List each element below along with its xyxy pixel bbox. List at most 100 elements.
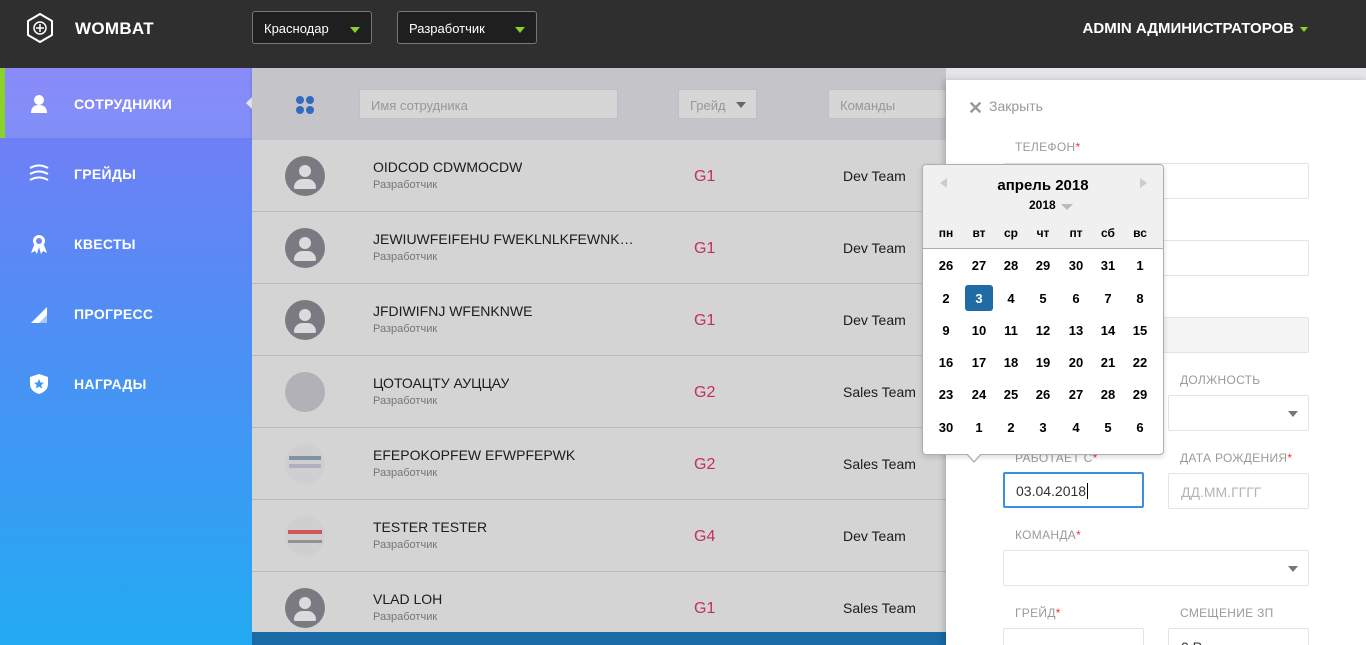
sidebar-item-quests[interactable]: КВЕСТЫ	[0, 208, 252, 278]
chevron-down-icon	[1288, 566, 1298, 572]
calendar-day[interactable]: 7	[1094, 285, 1122, 311]
birth-date-field[interactable]: ДД.ММ.ГГГГ	[1168, 473, 1309, 509]
calendar-day[interactable]: 6	[1126, 414, 1154, 440]
employee-team: Dev Team	[843, 168, 906, 184]
calendar-day[interactable]: 29	[1126, 381, 1154, 407]
sidebar-item-grades[interactable]: ГРЕЙДЫ	[0, 138, 252, 208]
table-row[interactable]: JFDIWIFNJ WFENKNWE Разработчик G1 Dev Te…	[252, 284, 946, 356]
employee-role: Разработчик	[373, 467, 438, 479]
team-filter-select[interactable]: Команды	[828, 89, 946, 119]
calendar-day[interactable]: 30	[932, 414, 960, 440]
calendar-day[interactable]: 15	[1126, 317, 1154, 343]
employee-name: EFEPOKOPFEW EFWPFEPWK	[373, 447, 576, 463]
employee-name-search-input[interactable]: Имя сотрудника	[359, 89, 618, 119]
sidebar-item-employees[interactable]: СОТРУДНИКИ	[0, 68, 252, 138]
user-menu[interactable]: ADMIN АДМИНИСТРАТОРОВ	[1083, 20, 1294, 37]
next-month-icon[interactable]	[1140, 178, 1147, 188]
team-label-text: КОМАНДА	[1015, 528, 1077, 542]
calendar-day[interactable]: 31	[1094, 252, 1122, 278]
calendar-day[interactable]: 5	[1094, 414, 1122, 440]
calendar-day[interactable]: 23	[932, 381, 960, 407]
calendar-day[interactable]: 28	[1094, 381, 1122, 407]
grade-label-text: ГРЕЙД	[1015, 606, 1056, 620]
phone-label: ТЕЛЕФОН*	[1015, 140, 1080, 154]
grade-filter-select[interactable]: Грейд	[678, 89, 757, 119]
birth-date-label-text: ДАТА РОЖДЕНИЯ	[1180, 451, 1288, 465]
avatar	[285, 300, 325, 340]
weekday-label: пт	[1069, 226, 1083, 240]
calendar-day[interactable]: 20	[1062, 349, 1090, 375]
weekday-label: вс	[1133, 226, 1147, 240]
calendar-day[interactable]: 27	[1062, 381, 1090, 407]
close-button[interactable]: Закрыть	[989, 98, 1043, 114]
position-select[interactable]	[1168, 395, 1309, 431]
calendar-day[interactable]: 13	[1062, 317, 1090, 343]
calendar-day[interactable]: 2	[997, 414, 1025, 440]
progress-icon	[31, 307, 47, 323]
calendar-day[interactable]: 10	[965, 317, 993, 343]
calendar-day[interactable]: 12	[1029, 317, 1057, 343]
table-row[interactable]: ЦОТОАЦТУ АУЦЦАУ Разработчик G2 Sales Tea…	[252, 356, 946, 428]
employee-team: Dev Team	[843, 528, 906, 544]
calendar-day[interactable]: 5	[1029, 285, 1057, 311]
role-select-value: Разработчик	[409, 21, 485, 36]
calendar-day[interactable]: 26	[932, 252, 960, 278]
close-icon[interactable]: ✕	[968, 98, 983, 119]
weekday-label: вт	[972, 226, 986, 240]
year-select[interactable]: 2018	[1029, 198, 1056, 212]
birth-date-placeholder: ДД.ММ.ГГГГ	[1181, 484, 1262, 500]
calendar-day[interactable]: 27	[965, 252, 993, 278]
calendar-day[interactable]: 24	[965, 381, 993, 407]
calendar-day[interactable]: 26	[1029, 381, 1057, 407]
calendar-day[interactable]: 30	[1062, 252, 1090, 278]
calendar-day[interactable]: 3	[1029, 414, 1057, 440]
calendar-day[interactable]: 28	[997, 252, 1025, 278]
grade-label: ГРЕЙД*	[1015, 606, 1061, 620]
grid-view-icon[interactable]	[294, 94, 316, 116]
works-since-field[interactable]: 03.04.2018	[1003, 472, 1144, 508]
calendar-day[interactable]: 19	[1029, 349, 1057, 375]
required-mark: *	[1075, 140, 1081, 154]
employee-grade: G1	[694, 312, 716, 329]
year-dropdown-icon[interactable]	[1061, 204, 1073, 210]
phone-label-text: ТЕЛЕФОН	[1015, 140, 1076, 154]
calendar-day[interactable]: 25	[997, 381, 1025, 407]
calendar-day[interactable]: 4	[997, 285, 1025, 311]
date-picker-pointer-inner	[967, 453, 981, 461]
employee-grade: G1	[694, 168, 716, 185]
chevron-down-icon	[1288, 411, 1298, 417]
calendar-day[interactable]: 4	[1062, 414, 1090, 440]
calendar-day[interactable]: 22	[1126, 349, 1154, 375]
calendar-day[interactable]: 14	[1094, 317, 1122, 343]
role-select[interactable]: Разработчик	[397, 11, 537, 44]
calendar-day[interactable]: 17	[965, 349, 993, 375]
logo-icon	[27, 13, 53, 43]
calendar-day[interactable]: 6	[1062, 285, 1090, 311]
table-row[interactable]: TESTER TESTER Разработчик G4 Dev Team	[252, 500, 946, 572]
calendar-day[interactable]: 16	[932, 349, 960, 375]
calendar-day[interactable]: 1	[1126, 252, 1154, 278]
calendar-day[interactable]: 1	[965, 414, 993, 440]
employee-role: Разработчик	[373, 611, 438, 623]
calendar-day[interactable]: 21	[1094, 349, 1122, 375]
calendar-day[interactable]: 9	[932, 317, 960, 343]
calendar-day[interactable]: 29	[1029, 252, 1057, 278]
team-select[interactable]	[1003, 550, 1309, 586]
calendar-day[interactable]: 18	[997, 349, 1025, 375]
sidebar-item-label: ГРЕЙДЫ	[74, 166, 137, 182]
sidebar-item-progress[interactable]: ПРОГРЕСС	[0, 278, 252, 348]
calendar-day[interactable]: 11	[997, 317, 1025, 343]
calendar-day[interactable]: 8	[1126, 285, 1154, 311]
table-row[interactable]: OIDCOD CDWMOCDW Разработчик G1 Dev Team	[252, 140, 946, 212]
weekday-label: сб	[1101, 226, 1115, 240]
calendar-day[interactable]: 2	[932, 285, 960, 311]
sidebar-item-rewards[interactable]: НАГРАДЫ	[0, 348, 252, 418]
grade-select[interactable]	[1003, 628, 1144, 645]
employee-grade: G1	[694, 600, 716, 617]
city-select[interactable]: Краснодар	[252, 11, 372, 44]
selected-day[interactable]: 3	[965, 285, 993, 311]
user-menu-chevron-icon[interactable]	[1300, 27, 1308, 32]
table-row[interactable]: JEWIUWFEIFEHU FWEKLNLKFEWNKNFE... Разраб…	[252, 212, 946, 284]
table-row[interactable]: EFEPOKOPFEW EFWPFEPWK Разработчик G2 Sal…	[252, 428, 946, 500]
salary-offset-field[interactable]: 0 Р	[1168, 628, 1309, 645]
